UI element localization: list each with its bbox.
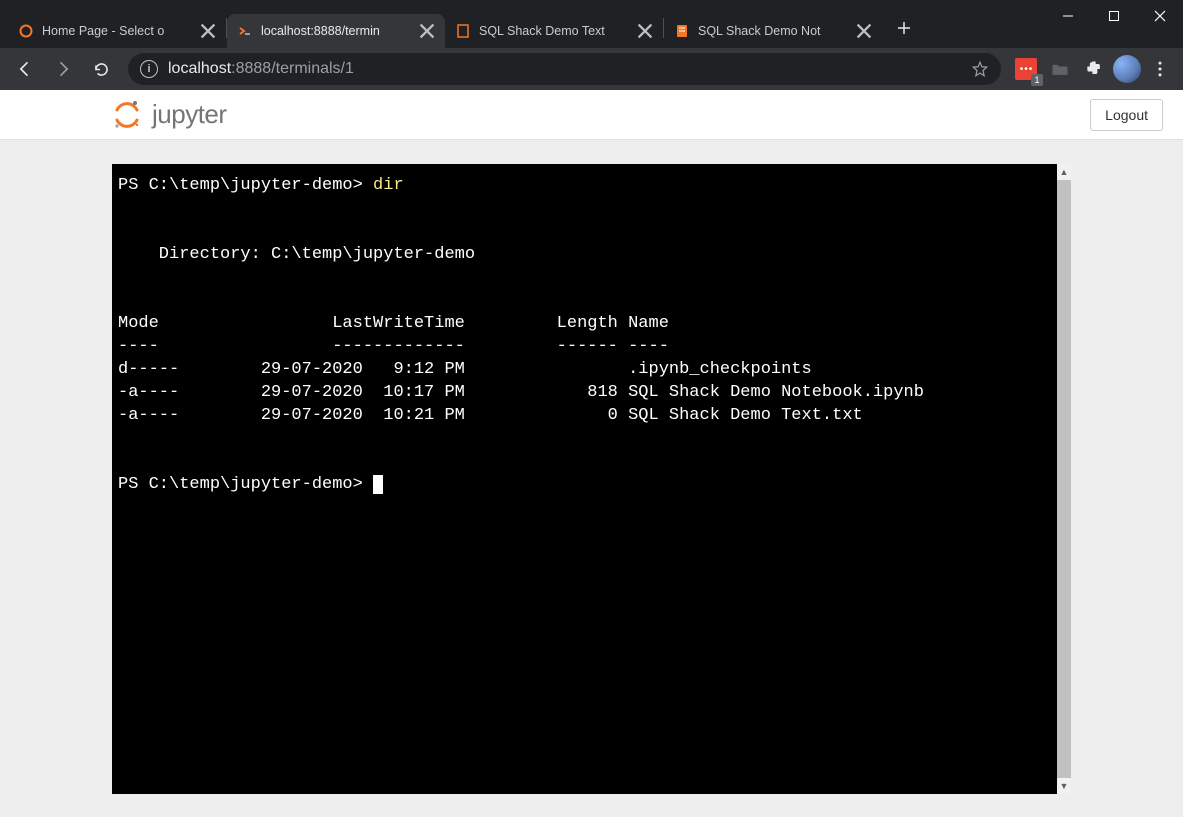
- tab-demo-notebook[interactable]: SQL Shack Demo Not: [664, 14, 882, 48]
- url-path: :8888/terminals/1: [231, 60, 354, 77]
- terminal-prompt: PS C:\temp\jupyter-demo>: [118, 176, 363, 195]
- jupyter-header: jupyter Logout: [0, 90, 1183, 140]
- scroll-up-icon[interactable]: ▲: [1057, 164, 1071, 180]
- jupyter-ring-icon: [18, 23, 34, 39]
- page-content: jupyter Logout PS C:\temp\jupyter-demo> …: [0, 90, 1183, 817]
- url-display: localhost:8888/terminals/1: [168, 60, 961, 78]
- address-bar[interactable]: i localhost:8888/terminals/1: [128, 53, 1001, 85]
- terminal-cursor: [373, 475, 383, 494]
- tab-label: SQL Shack Demo Text: [479, 24, 629, 38]
- terminal-output-header: Directory: C:\temp\jupyter-demo: [118, 245, 475, 264]
- browser-menu-button[interactable]: [1145, 59, 1175, 79]
- terminal-prompt-icon: [237, 23, 253, 39]
- tab-strip: Home Page - Select o localhost:8888/term…: [0, 8, 1183, 48]
- terminal-scrollbar[interactable]: ▲ ▼: [1057, 164, 1071, 794]
- terminal-column-divider: ---- ------------- ------ ----: [118, 337, 669, 356]
- site-info-icon[interactable]: i: [140, 60, 158, 78]
- file-txt-icon: [455, 23, 471, 39]
- extension-folder-button[interactable]: [1045, 54, 1075, 84]
- reload-button[interactable]: [84, 52, 118, 86]
- terminal-row: d----- 29-07-2020 9:12 PM .ipynb_checkpo…: [118, 360, 812, 379]
- notebook-icon: [674, 23, 690, 39]
- tab-label: SQL Shack Demo Not: [698, 24, 848, 38]
- browser-toolbar: i localhost:8888/terminals/1 ••• 1: [0, 48, 1183, 90]
- scroll-thumb[interactable]: [1057, 180, 1071, 778]
- scroll-down-icon[interactable]: ▼: [1057, 778, 1071, 794]
- tab-label: localhost:8888/termin: [261, 24, 411, 38]
- terminal-row: -a---- 29-07-2020 10:17 PM 818 SQL Shack…: [118, 383, 924, 402]
- tab-home-page[interactable]: Home Page - Select o: [8, 14, 226, 48]
- window-titlebar: [0, 0, 1183, 8]
- maximize-button[interactable]: [1091, 0, 1137, 32]
- minimize-button[interactable]: [1045, 0, 1091, 32]
- extension-red-button[interactable]: ••• 1: [1011, 54, 1041, 84]
- jupyter-mark-icon: [112, 100, 142, 130]
- forward-button[interactable]: [46, 52, 80, 86]
- terminal-row: -a---- 29-07-2020 10:21 PM 0 SQL Shack D…: [118, 406, 863, 425]
- tab-demo-text[interactable]: SQL Shack Demo Text: [445, 14, 663, 48]
- terminal[interactable]: PS C:\temp\jupyter-demo> dir Directory: …: [112, 164, 1057, 794]
- jupyter-wordmark: jupyter: [152, 99, 227, 130]
- terminal-container: PS C:\temp\jupyter-demo> dir Directory: …: [112, 164, 1071, 794]
- tab-terminal[interactable]: localhost:8888/termin: [227, 14, 445, 48]
- window-controls: [1045, 0, 1183, 32]
- profile-avatar[interactable]: [1113, 55, 1141, 83]
- jupyter-logo[interactable]: jupyter: [112, 99, 227, 130]
- bookmark-star-icon[interactable]: [971, 60, 989, 78]
- extensions-puzzle-icon[interactable]: [1079, 54, 1109, 84]
- terminal-command: dir: [373, 176, 404, 195]
- extension-badge: 1: [1031, 74, 1043, 86]
- close-icon[interactable]: [200, 23, 216, 39]
- logout-button[interactable]: Logout: [1090, 99, 1163, 131]
- close-icon[interactable]: [637, 23, 653, 39]
- tab-label: Home Page - Select o: [42, 24, 192, 38]
- close-icon[interactable]: [856, 23, 872, 39]
- new-tab-button[interactable]: [890, 14, 918, 42]
- url-host: localhost: [168, 60, 231, 77]
- back-button[interactable]: [8, 52, 42, 86]
- terminal-prompt: PS C:\temp\jupyter-demo>: [118, 475, 363, 494]
- close-icon[interactable]: [419, 23, 435, 39]
- close-window-button[interactable]: [1137, 0, 1183, 32]
- terminal-column-header: Mode LastWriteTime Length Name: [118, 314, 669, 333]
